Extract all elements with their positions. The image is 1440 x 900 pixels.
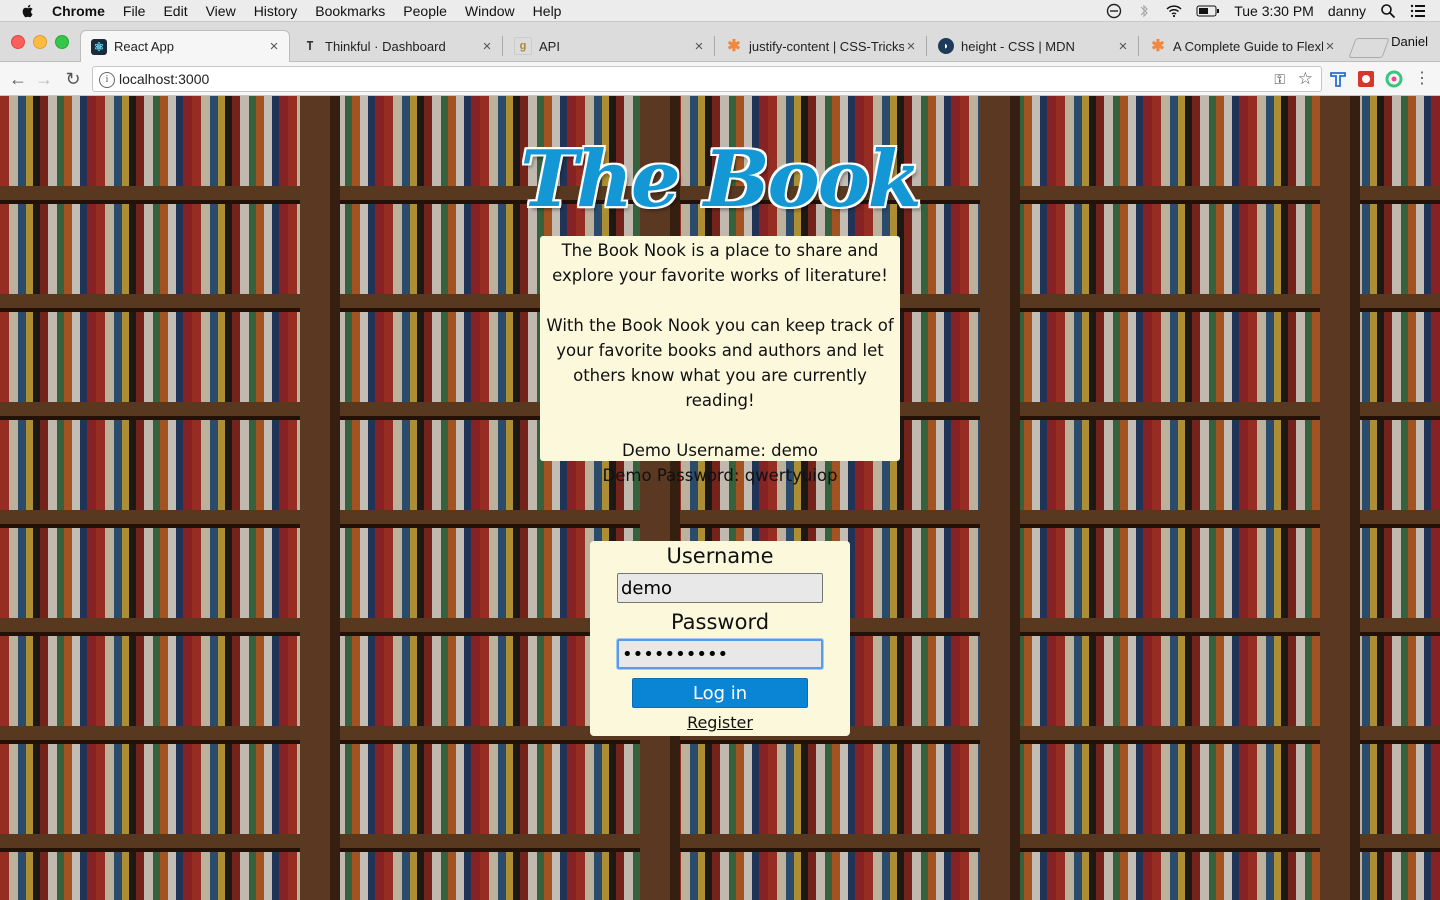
close-tab-icon[interactable]: ×	[267, 38, 281, 55]
menubar-user[interactable]: danny	[1328, 3, 1366, 19]
page-background-bookshelf: The Book Nook The Book Nook is a place t…	[0, 96, 1440, 900]
notification-center-icon[interactable]	[1410, 3, 1426, 19]
spotlight-search-icon[interactable]	[1380, 3, 1396, 19]
menu-view[interactable]: View	[206, 3, 236, 19]
about-text: your favorite books and authors and let	[556, 341, 884, 360]
macos-menubar: Chrome File Edit View History Bookmarks …	[0, 0, 1440, 22]
close-window-button[interactable]	[11, 35, 25, 49]
about-panel: The Book Nook is a place to share and ex…	[540, 236, 900, 485]
maximize-window-button[interactable]	[55, 35, 69, 49]
tab-separator	[714, 36, 715, 56]
forward-arrow-icon[interactable]: →	[34, 69, 54, 89]
about-text: With the Book Nook you can keep track of	[546, 316, 894, 335]
key-icon[interactable]: ⚿	[1274, 71, 1285, 88]
tab-api[interactable]: g API ×	[504, 30, 714, 62]
react-icon: ⚛	[91, 38, 107, 55]
g-icon: g	[514, 37, 532, 55]
battery-icon[interactable]	[1196, 3, 1220, 19]
login-form: Username Password Log in Register	[590, 541, 850, 736]
window-controls	[11, 35, 77, 49]
close-tab-icon[interactable]: ×	[480, 38, 494, 55]
menubar-clock[interactable]: Tue 3:30 PM	[1234, 3, 1314, 19]
tab-title: React App	[114, 39, 174, 54]
login-button[interactable]: Log in	[632, 678, 808, 708]
register-link[interactable]: Register	[590, 713, 850, 732]
minimize-window-button[interactable]	[33, 35, 47, 49]
mdn-icon: ◗	[938, 38, 954, 54]
bookmark-star-icon[interactable]: ☆	[1298, 69, 1313, 89]
password-label: Password	[670, 610, 770, 634]
demo-username-text: Demo Username: demo	[622, 441, 818, 460]
tab-css-tricks-justify[interactable]: ✱ justify-content | CSS-Tricks ×	[716, 30, 926, 62]
browser-toolbar: ← → ↻ i localhost:3000 ⚿ ☆ ⋮	[0, 62, 1440, 96]
reload-icon[interactable]: ↻	[63, 69, 83, 89]
tab-separator	[926, 36, 927, 56]
do-not-disturb-icon[interactable]	[1106, 3, 1122, 19]
username-label: Username	[666, 544, 774, 568]
password-input[interactable]	[617, 639, 823, 669]
apple-icon[interactable]	[20, 3, 36, 19]
red-extension-icon[interactable]	[1357, 70, 1375, 88]
site-info-icon[interactable]: i	[99, 72, 115, 88]
address-url[interactable]: localhost:3000	[119, 71, 209, 87]
menu-edit[interactable]: Edit	[163, 3, 187, 19]
tab-title: A Complete Guide to Flexbo	[1173, 38, 1323, 54]
thinkful-extension-icon[interactable]	[1329, 70, 1347, 88]
tab-title: justify-content | CSS-Tricks	[749, 38, 904, 54]
tab-strip: ⚛ React App × T Thinkful · Dashboard × g…	[0, 22, 1440, 62]
menu-bookmarks[interactable]: Bookmarks	[315, 3, 385, 19]
tab-title: API	[539, 38, 560, 54]
about-text: The Book Nook is a place to share and	[561, 241, 879, 260]
tab-separator	[1138, 36, 1139, 56]
wifi-icon[interactable]	[1166, 3, 1182, 19]
css-tricks-icon: ✱	[1151, 38, 1165, 55]
menu-help[interactable]: Help	[533, 3, 562, 19]
tab-mdn-height[interactable]: ◗ height - CSS | MDN ×	[928, 30, 1138, 62]
tab-react-app[interactable]: ⚛ React App ×	[80, 30, 290, 62]
about-text: others know what you are currently readi…	[573, 366, 867, 410]
new-tab-button[interactable]	[1348, 38, 1390, 58]
thinkful-icon: T	[306, 39, 314, 53]
close-tab-icon[interactable]: ×	[692, 38, 706, 55]
demo-password-text: Demo Password: qwertyuiop	[602, 466, 838, 485]
close-tab-icon[interactable]: ×	[1116, 38, 1130, 55]
close-tab-icon[interactable]: ×	[904, 38, 918, 55]
tab-title: Thinkful · Dashboard	[325, 38, 446, 54]
chrome-menu-icon[interactable]: ⋮	[1412, 69, 1432, 89]
back-arrow-icon[interactable]: ←	[8, 69, 28, 89]
tab-title: height - CSS | MDN	[961, 38, 1075, 54]
close-tab-icon[interactable]: ×	[1323, 38, 1337, 55]
about-text: explore your favorite works of literatur…	[552, 266, 888, 285]
menu-window[interactable]: Window	[465, 3, 515, 19]
menu-people[interactable]: People	[403, 3, 447, 19]
css-tricks-icon: ✱	[727, 38, 741, 55]
tab-flexbox-guide[interactable]: ✱ A Complete Guide to Flexbo ×	[1140, 30, 1345, 62]
menu-file[interactable]: File	[123, 3, 146, 19]
bluetooth-icon[interactable]	[1136, 3, 1152, 19]
tab-thinkful[interactable]: T Thinkful · Dashboard ×	[292, 30, 502, 62]
username-input[interactable]	[617, 573, 823, 603]
tab-separator	[502, 36, 503, 56]
green-extension-icon[interactable]	[1385, 70, 1403, 88]
menu-history[interactable]: History	[254, 3, 298, 19]
profile-name[interactable]: Daniel	[1391, 34, 1428, 49]
menu-app-name[interactable]: Chrome	[52, 3, 105, 19]
address-bar[interactable]: i localhost:3000 ⚿ ☆	[92, 66, 1322, 92]
